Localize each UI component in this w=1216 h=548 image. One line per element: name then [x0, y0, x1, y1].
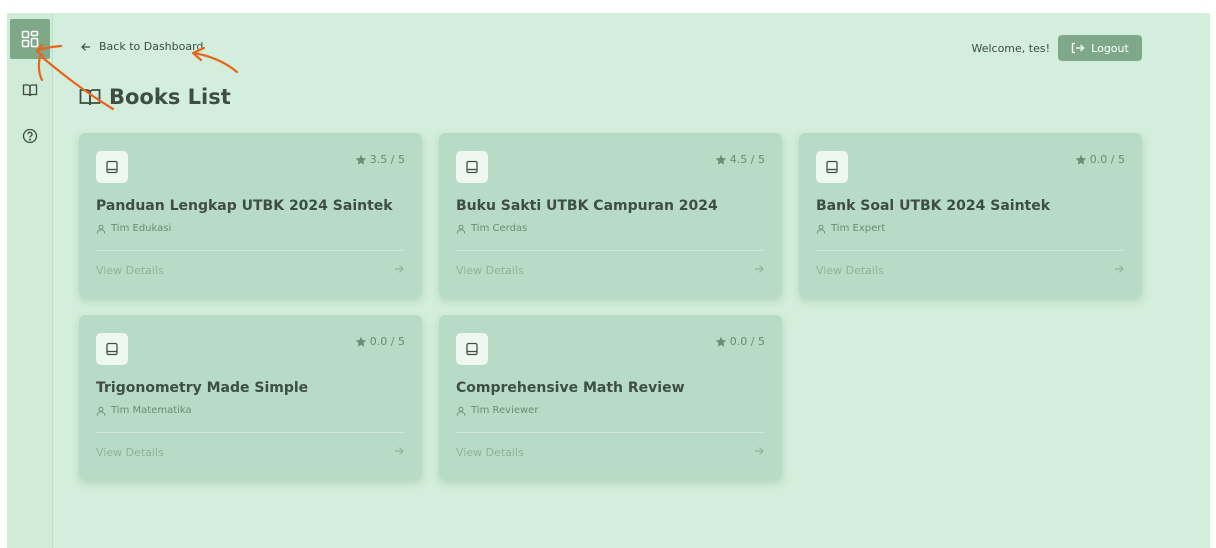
sidebar-item-help[interactable]	[10, 116, 50, 156]
card-divider	[456, 432, 765, 433]
book-card[interactable]: 3.5 / 5 Panduan Lengkap UTBK 2024 Sainte…	[79, 133, 422, 297]
sidebar	[7, 13, 53, 548]
logout-icon	[1072, 42, 1085, 54]
rating: 0.0 / 5	[355, 335, 405, 348]
view-details-link[interactable]: View Details	[96, 446, 164, 459]
book-author: Tim Edukasi	[96, 223, 171, 234]
star-icon	[355, 154, 366, 165]
book-icon-box	[96, 151, 128, 183]
book-title: Bank Soal UTBK 2024 Saintek	[816, 198, 1051, 214]
user-icon	[456, 406, 466, 416]
author-name: Tim Expert	[831, 223, 886, 234]
author-name: Tim Edukasi	[111, 223, 172, 234]
rating-value: 3.5 / 5	[369, 153, 405, 166]
rating-value: 0.0 / 5	[1089, 153, 1125, 166]
main-content: Back to Dashboard Welcome, tes! Logout B…	[53, 13, 1210, 548]
arrow-right-icon[interactable]	[393, 263, 405, 275]
view-details-link[interactable]: View Details	[816, 264, 884, 277]
star-icon	[715, 336, 726, 347]
card-divider	[96, 250, 405, 251]
book-card[interactable]: 0.0 / 5 Comprehensive Math Review Tim Re…	[439, 315, 782, 479]
book-title: Comprehensive Math Review	[456, 380, 685, 396]
user-icon	[456, 224, 466, 234]
book-author: Tim Expert	[816, 223, 885, 234]
view-details-link[interactable]: View Details	[456, 264, 524, 277]
rating-value: 0.0 / 5	[369, 335, 405, 348]
welcome-text: Welcome, tes!	[971, 42, 1050, 55]
book-icon	[106, 160, 118, 174]
book-icon	[106, 342, 118, 356]
arrow-right-icon[interactable]	[753, 263, 765, 275]
author-name: Tim Cerdas	[471, 223, 528, 234]
author-name: Tim Reviewer	[471, 405, 539, 416]
arrow-left-icon	[81, 42, 90, 51]
arrow-right-icon[interactable]	[753, 445, 765, 457]
book-open-icon	[22, 84, 38, 97]
book-title: Buku Sakti UTBK Campuran 2024	[456, 198, 718, 214]
book-icon-box	[456, 333, 488, 365]
user-icon	[816, 224, 826, 234]
card-divider	[456, 250, 765, 251]
rating: 0.0 / 5	[1075, 153, 1125, 166]
star-icon	[355, 336, 366, 347]
book-author: Tim Cerdas	[456, 223, 527, 234]
card-divider	[96, 432, 405, 433]
card-divider	[816, 250, 1125, 251]
star-icon	[715, 154, 726, 165]
dashboard-grid-icon	[21, 30, 39, 48]
book-card[interactable]: 0.0 / 5 Bank Soal UTBK 2024 Saintek Tim …	[799, 133, 1142, 297]
book-title: Trigonometry Made Simple	[96, 380, 309, 396]
rating: 4.5 / 5	[715, 153, 765, 166]
help-circle-icon	[22, 128, 38, 144]
book-card[interactable]: 0.0 / 5 Trigonometry Made Simple Tim Mat…	[79, 315, 422, 479]
book-author: Tim Matematika	[96, 405, 192, 416]
book-icon	[466, 342, 478, 356]
sidebar-item-dashboard[interactable]	[10, 19, 50, 59]
book-icon-box	[816, 151, 848, 183]
book-title: Panduan Lengkap UTBK 2024 Saintek	[96, 198, 393, 214]
app-window: Back to Dashboard Welcome, tes! Logout B…	[7, 13, 1210, 548]
sidebar-item-books[interactable]	[10, 70, 50, 110]
user-icon	[96, 224, 106, 234]
page-title-text: Books List	[109, 85, 231, 109]
book-icon	[826, 160, 838, 174]
book-author: Tim Reviewer	[456, 405, 538, 416]
book-open-icon	[79, 89, 101, 106]
book-icon-box	[456, 151, 488, 183]
book-icon-box	[96, 333, 128, 365]
rating-value: 4.5 / 5	[729, 153, 765, 166]
logout-button[interactable]: Logout	[1058, 35, 1142, 61]
star-icon	[1075, 154, 1086, 165]
page-title: Books List	[79, 85, 231, 109]
user-icon	[96, 406, 106, 416]
logout-label: Logout	[1091, 41, 1129, 55]
book-icon	[466, 160, 478, 174]
view-details-link[interactable]: View Details	[96, 264, 164, 277]
view-details-link[interactable]: View Details	[456, 446, 524, 459]
author-name: Tim Matematika	[111, 405, 192, 416]
back-to-dashboard-link[interactable]: Back to Dashboard	[80, 40, 203, 53]
back-link-label: Back to Dashboard	[99, 40, 204, 53]
rating-value: 0.0 / 5	[729, 335, 765, 348]
rating: 3.5 / 5	[355, 153, 405, 166]
arrow-right-icon[interactable]	[1113, 263, 1125, 275]
rating: 0.0 / 5	[715, 335, 765, 348]
book-card[interactable]: 4.5 / 5 Buku Sakti UTBK Campuran 2024 Ti…	[439, 133, 782, 297]
arrow-right-icon[interactable]	[393, 445, 405, 457]
